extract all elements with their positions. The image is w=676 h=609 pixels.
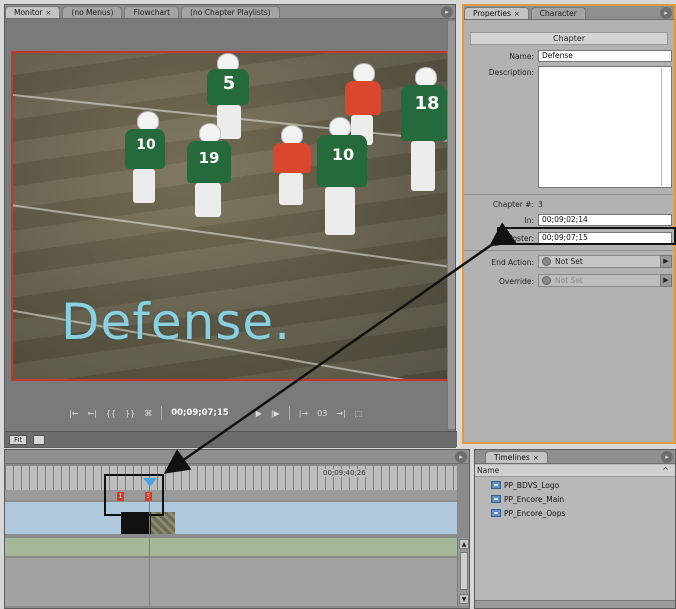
monitor-panel: Monitor × (no Menus) Flowchart (no Chapte… bbox=[4, 4, 457, 448]
timeline-tabbar bbox=[5, 450, 469, 464]
tab-monitor[interactable]: Monitor × bbox=[5, 6, 61, 18]
current-timecode[interactable]: 00;09;07;15 bbox=[171, 408, 229, 418]
audio-track[interactable] bbox=[5, 538, 457, 556]
go-to-in-button[interactable]: |← bbox=[69, 409, 78, 418]
chapter-count: 03 bbox=[317, 408, 328, 418]
scroll-up-icon[interactable]: ▲ bbox=[459, 539, 469, 549]
override-dropdown[interactable]: Not Set ▶ bbox=[538, 274, 672, 287]
poster-label: Poster: bbox=[508, 234, 534, 243]
description-scrollbar[interactable] bbox=[661, 68, 670, 186]
panel-menu-icon[interactable]: ▸ bbox=[661, 451, 673, 463]
step-forward-button[interactable]: |▶ bbox=[271, 409, 280, 418]
separator bbox=[161, 406, 163, 420]
set-out-button[interactable]: }} bbox=[125, 409, 135, 418]
pickwhip-icon[interactable] bbox=[542, 257, 551, 266]
scroll-down-icon[interactable]: ▼ bbox=[459, 594, 469, 604]
scroll-thumb[interactable] bbox=[460, 552, 468, 590]
tab-character[interactable]: Character bbox=[530, 7, 586, 19]
tab-menus[interactable]: (no Menus) bbox=[62, 6, 123, 18]
chapter-marker[interactable]: 1 bbox=[117, 492, 124, 501]
panel-menu-icon[interactable]: ▸ bbox=[455, 451, 467, 463]
monitor-tabbar: Monitor × (no Menus) Flowchart (no Chapte… bbox=[5, 5, 455, 19]
timelines-panel: Timelines × ▸ Name ^ PP_BDVS_Logo PP_Enco… bbox=[474, 449, 676, 609]
timeline-panel: ▸ 00;09;40;26 1 3 ▲ ▼ bbox=[4, 449, 470, 609]
timelines-horizontal-scrollbar[interactable] bbox=[475, 600, 675, 608]
chevron-right-icon[interactable]: ▶ bbox=[660, 274, 672, 287]
timeline-icon bbox=[491, 495, 501, 503]
chapter-number-value: 3 bbox=[538, 200, 543, 209]
play-button[interactable]: ▶ bbox=[256, 409, 262, 418]
description-field[interactable] bbox=[538, 66, 672, 188]
go-to-out-button[interactable]: ←| bbox=[87, 409, 96, 418]
end-action-dropdown[interactable]: Not Set ▶ bbox=[538, 255, 672, 268]
pickwhip-icon[interactable] bbox=[542, 276, 551, 285]
override-label: Override: bbox=[499, 277, 534, 286]
timeline-icon bbox=[491, 481, 501, 489]
view-toggle-icon[interactable] bbox=[33, 434, 46, 445]
timeline-icon bbox=[491, 509, 501, 517]
chapter-title-overlay: Defense. bbox=[61, 293, 292, 351]
time-ruler[interactable]: 00;09;40;26 bbox=[5, 466, 457, 490]
in-timecode-field[interactable]: 00;09;02;14 bbox=[538, 214, 672, 226]
video-preview: 5 10 19 10 18 Defense. bbox=[11, 51, 449, 381]
marker-button[interactable]: ⌘ bbox=[144, 409, 152, 418]
jump-button[interactable]: |→ bbox=[299, 409, 308, 418]
transport-controls: |← ←| {{ }} ⌘ 00;09;07;15 ▶ |▶ |→ 03 →| … bbox=[5, 401, 445, 425]
export-frame-button[interactable]: ⬚ bbox=[355, 409, 363, 418]
video-clip[interactable] bbox=[121, 512, 151, 534]
timelines-list: PP_BDVS_Logo PP_Encore_Main PP_Encore_Oo… bbox=[475, 478, 675, 520]
list-item[interactable]: PP_BDVS_Logo bbox=[475, 478, 675, 492]
video-track[interactable] bbox=[5, 502, 457, 534]
close-icon[interactable]: × bbox=[46, 9, 52, 17]
list-item[interactable]: PP_Encore_Oops bbox=[475, 506, 675, 520]
properties-panel: Properties × Character ▸ Chapter Name: De… bbox=[462, 4, 676, 444]
tab-chapter-playlists[interactable]: (no Chapter Playlists) bbox=[181, 6, 280, 18]
chapter-marker-track[interactable] bbox=[5, 490, 457, 500]
separator bbox=[288, 406, 290, 420]
zoom-dropdown[interactable]: Fit bbox=[9, 434, 28, 445]
name-column-header[interactable]: Name ^ bbox=[475, 465, 675, 477]
tab-flowchart[interactable]: Flowchart bbox=[124, 6, 180, 18]
ruler-timecode: 00;09;40;26 bbox=[321, 469, 368, 477]
playhead-handle[interactable] bbox=[143, 478, 157, 487]
list-item[interactable]: PP_Encore_Main bbox=[475, 492, 675, 506]
name-label: Name: bbox=[509, 52, 534, 61]
empty-track bbox=[5, 558, 457, 606]
end-action-label: End Action: bbox=[491, 258, 534, 267]
monitor-status-bar: Fit bbox=[5, 431, 457, 447]
chapter-number-label: Chapter #: bbox=[492, 200, 534, 209]
close-icon[interactable]: × bbox=[514, 10, 520, 18]
tab-properties[interactable]: Properties × bbox=[464, 7, 529, 19]
panel-menu-icon[interactable]: ▸ bbox=[441, 6, 453, 18]
monitor-scrollbar[interactable] bbox=[447, 21, 455, 429]
timeline-scrollbar[interactable]: ▲ ▼ bbox=[457, 538, 469, 606]
section-header: Chapter bbox=[470, 32, 668, 45]
panel-menu-icon[interactable]: ▸ bbox=[660, 7, 672, 19]
next-chapter-button[interactable]: →| bbox=[336, 409, 345, 418]
poster-timecode-field[interactable]: 00;09;07;15 bbox=[538, 232, 672, 244]
timelines-tabbar: Timelines × bbox=[475, 450, 675, 464]
chevron-right-icon[interactable]: ▶ bbox=[660, 255, 672, 268]
in-label: In: bbox=[524, 216, 535, 225]
name-field[interactable]: Defense bbox=[538, 50, 672, 62]
playhead-line bbox=[149, 466, 150, 608]
sort-ascending-icon[interactable]: ^ bbox=[662, 465, 669, 476]
tab-timelines[interactable]: Timelines × bbox=[485, 451, 548, 463]
properties-tabbar: Properties × Character bbox=[464, 6, 674, 20]
video-clip-thumbnail[interactable] bbox=[151, 512, 175, 534]
close-icon[interactable]: × bbox=[533, 454, 539, 462]
set-in-button[interactable]: {{ bbox=[106, 409, 116, 418]
description-label: Description: bbox=[488, 68, 534, 77]
